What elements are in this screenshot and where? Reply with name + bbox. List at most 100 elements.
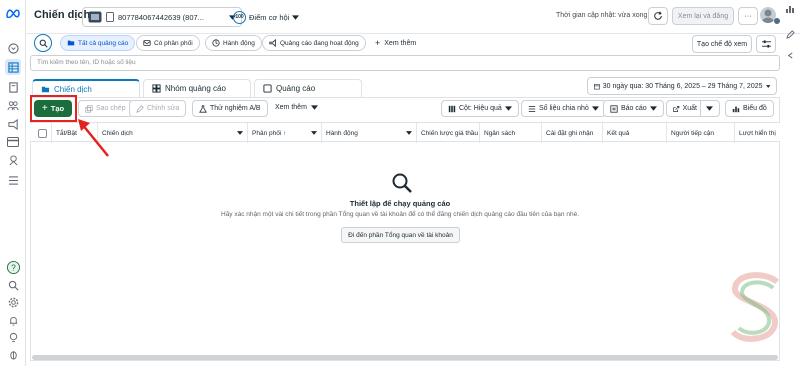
date-range-picker[interactable]: 30 ngày qua: 30 Tháng 6, 2025 – 29 Tháng… [587,77,777,95]
reports-dropdown[interactable]: Báo cáo [603,100,664,117]
filter-has-delivery[interactable]: Có phân phối [136,35,200,51]
filter-actions[interactable]: Hành động [205,35,262,51]
edit-button[interactable]: Chỉnh sửa [129,100,187,117]
export-chevron[interactable] [700,101,713,116]
chevron-down-icon [292,14,300,20]
tab-ads[interactable]: Quảng cáo [254,79,362,97]
annotation-highlight-box [30,95,77,122]
select-all-checkbox[interactable] [30,123,52,143]
col-delivery[interactable]: Phân phối ↑ [248,123,322,143]
campaign-folder-icon [41,86,50,92]
col-bid-strategy[interactable]: Chiến lược giá thầu [417,123,480,143]
pages-icon[interactable] [5,79,21,95]
more-actions-label: Xem thêm [275,104,307,111]
columns-dropdown[interactable]: Cột: Hiệu quả [441,100,519,117]
folder-icon [67,40,75,46]
refresh-button[interactable] [648,7,668,25]
columns-icon [448,105,456,112]
bug-report-icon[interactable] [5,346,21,362]
flask-icon [199,104,207,113]
charts-button[interactable]: Biểu đồ [725,100,774,117]
plus-icon: + [375,38,381,48]
ad-set-grid-icon [152,84,161,93]
go-to-account-overview-button[interactable]: Đi đến phần Tổng quan về tài khoản [341,227,460,243]
filter-all-ads-label: Tất cả quảng cáo [78,39,129,47]
ad-account-selector[interactable]: 807784067442639 (807... [82,7,242,27]
filter-active-ads-label: Quảng cáo đang hoạt động [280,39,359,47]
s-logo-watermark [727,268,785,348]
breakdown-icon [528,105,536,112]
filter-all-ads[interactable]: Tất cả quảng cáo [60,35,136,51]
chevron-down-icon [591,106,599,111]
settings-gear-icon[interactable] [5,294,21,310]
annotation-arrow-icon [76,118,110,158]
svg-text:?: ? [11,262,16,272]
filter-active-ads[interactable]: Quảng cáo đang hoạt động [262,35,366,51]
account-id: 807784067442639 (807... [118,12,204,22]
col-actions[interactable]: Hành động [322,123,417,143]
chevron-down-icon [649,106,657,111]
export-label: Xuất [682,105,697,112]
checkbox-icon [38,128,47,138]
breakdown-dropdown[interactable]: Số liệu chia nhỏ [521,100,606,117]
score-badge-icon: 100 [233,10,246,24]
edit-pencil-icon[interactable] [786,30,795,39]
top-bar: Chiến dịch 807784067442639 (807... 100 Đ… [26,0,800,34]
all-tools-menu-icon[interactable] [5,172,21,188]
empty-state-description: Hãy xác nhận một vài chi tiết trong phần… [221,211,579,218]
billing-card-icon[interactable] [5,134,21,150]
notifications-bell-icon[interactable] [5,312,21,328]
horizontal-scrollbar[interactable] [32,355,778,360]
audiences-icon[interactable] [5,97,21,113]
chevron-down-icon [406,131,412,135]
review-publish-button[interactable]: Xem lại và đăng [672,7,734,25]
empty-search-icon [391,172,413,194]
chart-icon [732,106,740,112]
filter-has-delivery-label: Có phân phối [154,39,193,47]
col-reach[interactable]: Người tiếp cận [667,123,735,143]
last-updated-text: Thời gian cập nhật: vừa xong [556,12,648,19]
empty-state-title: Thiết lập để chạy quảng cáo [349,199,451,208]
more-actions-dropdown[interactable]: Xem thêm [275,104,318,111]
more-options-button[interactable]: ··· [738,7,758,25]
collapse-chevron-icon[interactable] [787,52,794,59]
search-toggle-button[interactable] [34,34,52,52]
megaphone-icon[interactable] [5,116,21,132]
tab-ad-sets[interactable]: Nhóm quảng cáo [143,79,251,97]
charts-label: Biểu đồ [743,105,767,112]
see-more-filters[interactable]: + Xem thêm [375,38,416,48]
chevron-down-icon [706,106,713,111]
copy-icon [85,104,93,113]
tips-bulb-icon[interactable] [5,329,21,345]
col-budget[interactable]: Ngân sách [480,123,542,143]
search-input[interactable]: Tìm kiếm theo tên, ID hoặc số liệu [30,55,780,71]
col-delivery-label: Phân phối ↑ [252,129,287,137]
edit-label: Chỉnh sửa [147,105,180,112]
col-attribution[interactable]: Cài đặt ghi nhận [542,123,603,143]
col-results[interactable]: Kết quả [603,123,667,143]
reports-label: Báo cáo [621,105,647,112]
duplicate-button[interactable]: Sao chép [78,100,133,117]
search-rail-icon[interactable] [5,277,21,293]
dashboard-icon[interactable] [5,40,21,56]
analytics-chart-icon[interactable] [785,4,795,14]
col-campaign[interactable]: Chiến dịch [98,123,248,143]
opportunity-score[interactable]: 100 Điểm cơ hội [228,7,304,27]
chevron-down-icon [765,84,770,88]
business-tools-icon[interactable] [5,152,21,168]
calendar-icon [594,83,600,89]
account-avatar-icon [88,11,102,23]
export-button[interactable]: Xuất [666,100,720,117]
ad-square-icon [263,84,272,93]
ab-test-button[interactable]: Thử nghiệm A/B [192,100,268,117]
delivery-icon [143,40,151,46]
chevron-down-icon [504,106,512,111]
meta-logo-icon[interactable] [5,5,21,21]
campaigns-table-icon[interactable] [5,59,21,75]
create-view-button[interactable]: Tạo chế độ xem [692,35,752,53]
col-impressions[interactable]: Lượt hiển thị [735,123,780,143]
tab-campaigns-label: Chiến dịch [54,84,92,94]
help-icon[interactable]: ? [5,259,21,275]
col-actions-label: Hành động [326,129,358,137]
filter-settings-button[interactable] [756,35,776,53]
